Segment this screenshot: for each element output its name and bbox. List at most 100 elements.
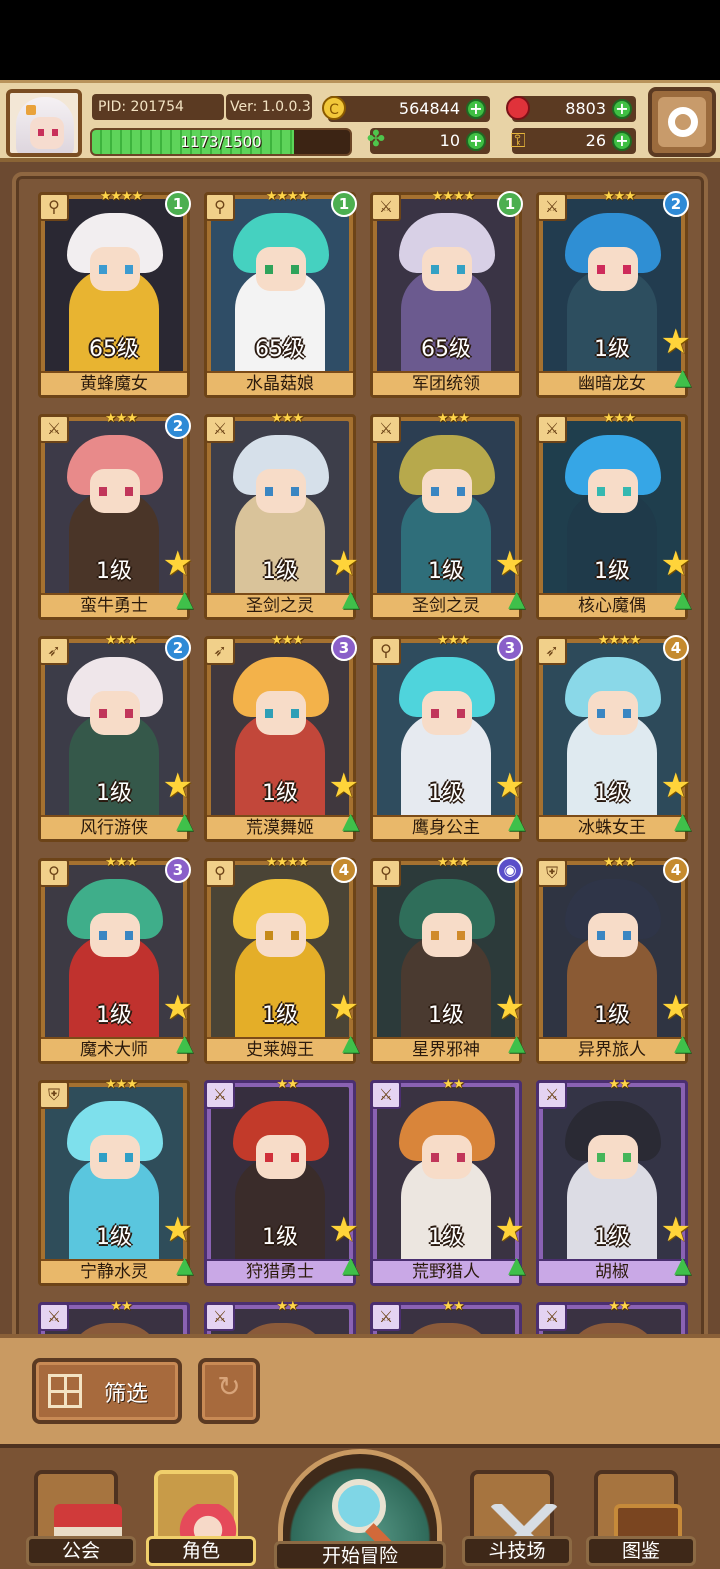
character-card[interactable]: ⛨ ★★★ 1级 宁静水灵 ★ ▲: [38, 1077, 193, 1286]
class-shield-icon: ⛨: [39, 1081, 69, 1109]
nav-arena-label: 斗技场: [462, 1536, 572, 1566]
star-upgrade-icon[interactable]: ★: [661, 991, 691, 1025]
character-card[interactable]: ➶ ★★★★ 4 1级 冰蛛女王 ★ ▲: [536, 633, 691, 842]
class-sword-icon: ⚔: [371, 415, 401, 443]
character-panel[interactable]: ⚲ ★★★★ 1 65级 黄蜂魔女 ⚲ ★★★★ 1 65级 水晶菇娘 ⚔ ★★★★ 1 65级 军团统领 ⚔…: [12, 172, 708, 1342]
character-name: 胡椒: [539, 1259, 685, 1283]
level-up-arrow-icon[interactable]: ▲: [176, 1033, 193, 1055]
level-up-arrow-icon[interactable]: ▲: [176, 1255, 193, 1277]
character-card[interactable]: ⚲ ★★★★ 1 65级 水晶菇娘: [204, 189, 357, 398]
star-upgrade-icon[interactable]: ★: [661, 325, 691, 359]
red-gem-icon: [506, 96, 530, 120]
character-card[interactable]: ⚔ ★★★ 1级 圣剑之灵 ★ ▲: [370, 411, 525, 620]
level-up-arrow-icon[interactable]: ▲: [342, 811, 359, 833]
level-up-arrow-icon[interactable]: ▲: [508, 1255, 525, 1277]
character-name: 宁静水灵: [41, 1259, 187, 1283]
character-name: 魔术大师: [41, 1037, 187, 1061]
level-up-arrow-icon[interactable]: ▲: [176, 589, 193, 611]
player-avatar[interactable]: [6, 89, 82, 157]
level-up-arrow-icon[interactable]: ▲: [674, 811, 691, 833]
level-up-arrow-icon[interactable]: ▲: [674, 1255, 691, 1277]
rank-badge: 1: [497, 191, 523, 217]
refresh-button[interactable]: ↻: [198, 1358, 260, 1424]
level-up-arrow-icon[interactable]: ▲: [342, 1255, 359, 1277]
level-up-arrow-icon[interactable]: ▲: [674, 1033, 691, 1055]
character-card[interactable]: ⚔ ★★★★ 1 65级 军团统领: [370, 189, 523, 398]
character-card[interactable]: ⚲ ★★★ 3 1级 魔术大师 ★ ▲: [38, 855, 193, 1064]
character-card[interactable]: ⚲ ★★★★ 4 1级 史莱姆王 ★ ▲: [204, 855, 359, 1064]
star-upgrade-icon[interactable]: ★: [495, 991, 525, 1025]
level-up-arrow-icon[interactable]: ▲: [342, 1033, 359, 1055]
star-upgrade-icon[interactable]: ★: [163, 547, 193, 581]
level-up-arrow-icon[interactable]: ▲: [176, 811, 193, 833]
character-name: 幽暗龙女: [539, 371, 685, 395]
rank-badge: 2: [165, 413, 191, 439]
character-card[interactable]: ➶ ★★★ 2 1级 风行游侠 ★ ▲: [38, 633, 193, 842]
star-upgrade-icon[interactable]: ★: [495, 1213, 525, 1247]
star-rating: ★★★: [105, 633, 138, 648]
add-gold-button[interactable]: +: [466, 99, 486, 119]
character-card[interactable]: ⚔ ★★★ 2 1级 幽暗龙女 ★ ▲: [536, 189, 691, 398]
star-upgrade-icon[interactable]: ★: [661, 1213, 691, 1247]
add-clover-button[interactable]: +: [466, 131, 486, 151]
star-upgrade-icon[interactable]: ★: [661, 769, 691, 803]
filter-button[interactable]: 筛选: [32, 1358, 182, 1424]
star-upgrade-icon[interactable]: ★: [163, 769, 193, 803]
nav-arena[interactable]: 斗技场: [462, 1448, 572, 1566]
character-card[interactable]: ⚔ ★★ 1级 荒野猎人 ★ ▲: [370, 1077, 525, 1286]
character-card[interactable]: ⛨ ★★★ 4 1级 异界旅人 ★ ▲: [536, 855, 691, 1064]
player-info: PID: 201754 Ver: 1.0.0.3 1173/1500: [88, 90, 352, 156]
rank-badge: 3: [331, 635, 357, 661]
character-card[interactable]: ⚲ ★★★★ 1 65级 黄蜂魔女: [38, 189, 191, 398]
nav-character[interactable]: 角色: [146, 1448, 256, 1566]
class-sword-icon: ⚔: [537, 193, 567, 221]
class-wand-icon: ⚲: [371, 859, 401, 887]
character-card[interactable]: ⚔ ★★★ 2 1级 蛮牛勇士 ★ ▲: [38, 411, 193, 620]
add-key-button[interactable]: +: [612, 131, 632, 151]
level-up-arrow-icon[interactable]: ▲: [674, 589, 691, 611]
nav-start-adventure-label: 开始冒险: [274, 1541, 446, 1569]
level-up-arrow-icon[interactable]: ▲: [508, 1033, 525, 1055]
class-wand-icon: ⚲: [371, 637, 401, 665]
level-up-arrow-icon[interactable]: ▲: [508, 811, 525, 833]
character-card[interactable]: ⚲ ★★★ ◉ 1级 星界邪神 ★ ▲: [370, 855, 525, 1064]
character-card[interactable]: ➶ ★★★ 3 1级 荒漠舞姬 ★ ▲: [204, 633, 359, 842]
star-upgrade-icon[interactable]: ★: [163, 991, 193, 1025]
star-upgrade-icon[interactable]: ★: [661, 547, 691, 581]
exp-text: 1173/1500: [180, 133, 262, 151]
top-header: PID: 201754 Ver: 1.0.0.3 1173/1500 C 564…: [0, 80, 720, 162]
gem-value: 8803: [565, 99, 606, 118]
character-card[interactable]: ⚲ ★★★ 3 1级 鹰身公主 ★ ▲: [370, 633, 525, 842]
star-upgrade-icon[interactable]: ★: [495, 547, 525, 581]
star-rating: ★★★: [437, 855, 470, 870]
star-upgrade-icon[interactable]: ★: [163, 1213, 193, 1247]
star-upgrade-icon[interactable]: ★: [329, 1213, 359, 1247]
level-up-arrow-icon[interactable]: ▲: [674, 367, 691, 389]
character-card[interactable]: ⚔ ★★★ 1级 圣剑之灵 ★ ▲: [204, 411, 359, 620]
star-upgrade-icon[interactable]: ★: [495, 769, 525, 803]
character-card[interactable]: ⚔ ★★★ 1级 核心魔偶 ★ ▲: [536, 411, 691, 620]
star-rating: ★★★★: [99, 189, 144, 204]
nav-codex-label: 图鉴: [586, 1536, 696, 1566]
class-sword-icon: ⚔: [371, 1081, 401, 1109]
rank-badge: 3: [497, 635, 523, 661]
add-gem-button[interactable]: +: [612, 99, 632, 119]
nav-codex[interactable]: 图鉴: [586, 1448, 696, 1566]
class-sword-icon: ⚔: [371, 1303, 401, 1331]
nav-guild[interactable]: 公会: [26, 1448, 136, 1566]
class-sword-icon: ⚔: [371, 193, 401, 221]
level-up-arrow-icon[interactable]: ▲: [342, 589, 359, 611]
character-name: 黄蜂魔女: [41, 371, 187, 395]
player-id: PID: 201754: [92, 94, 224, 120]
rank-badge: 4: [331, 857, 357, 883]
clover-counter: ✤ 10 +: [367, 128, 490, 154]
star-upgrade-icon[interactable]: ★: [329, 769, 359, 803]
star-upgrade-icon[interactable]: ★: [329, 547, 359, 581]
level-up-arrow-icon[interactable]: ▲: [508, 589, 525, 611]
character-name: 异界旅人: [539, 1037, 685, 1061]
character-card[interactable]: ⚔ ★★ 1级 狩猎勇士 ★ ▲: [204, 1077, 359, 1286]
nav-start-adventure[interactable]: 开始冒险: [270, 1443, 450, 1569]
character-card[interactable]: ⚔ ★★ 1级 胡椒 ★ ▲: [536, 1077, 691, 1286]
star-upgrade-icon[interactable]: ★: [329, 991, 359, 1025]
settings-button[interactable]: [648, 87, 716, 157]
